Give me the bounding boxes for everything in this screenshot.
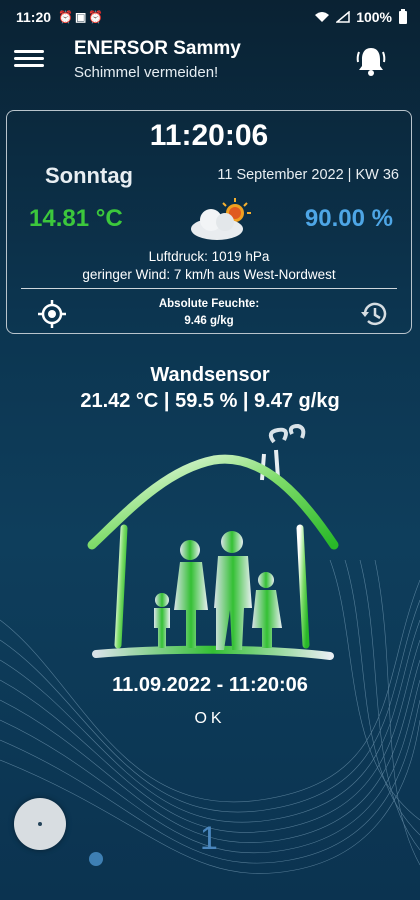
weekday: Sonntag <box>45 163 133 188</box>
date-week: 11 September 2022 | KW 36 <box>217 167 399 183</box>
app-title: ENERSOR Sammy <box>74 38 241 59</box>
status-right: 100% <box>314 9 408 25</box>
bell-icon[interactable] <box>354 44 388 78</box>
outdoor-humidity: 90.00 % <box>304 205 393 232</box>
card-divider <box>21 288 397 289</box>
outdoor-temperature: 14.81 °C <box>29 205 123 232</box>
signal-icon <box>336 11 350 23</box>
page-indicator-dot[interactable] <box>89 852 103 866</box>
alarm-icon: ⏰ <box>88 10 106 24</box>
wifi-icon <box>315 12 330 22</box>
rotary-knob[interactable] <box>14 798 66 850</box>
status-time: 11:20 <box>16 9 52 25</box>
app-subtitle: Schimmel vermeiden! <box>74 64 219 81</box>
house-family-illustration <box>87 423 339 660</box>
absolute-humidity-label: Absolute Feuchte: <box>158 298 260 310</box>
status-bar: 11:20 ⏰▣⏰ 100% <box>0 0 420 34</box>
page-number: 1 <box>200 820 218 856</box>
current-time: 11:20:06 <box>149 119 269 152</box>
sensor-title: Wandsensor <box>150 364 270 386</box>
absolute-humidity-value: 9.46 g/kg <box>184 315 234 327</box>
menu-icon[interactable] <box>14 46 44 72</box>
battery-icon <box>399 9 407 24</box>
sensor-status: OK <box>194 710 226 727</box>
history-icon[interactable] <box>359 299 389 329</box>
alarm-icon: ⏰ <box>58 10 75 24</box>
weather-card: 11:20:06 Sonntag 11 September 2022 | KW … <box>6 110 412 334</box>
partly-cloudy-icon <box>191 198 251 240</box>
knob-indicator <box>38 822 42 826</box>
photo-icon: ▣ <box>74 10 89 24</box>
wind-info: geringer Wind: 7 km/h aus West-Nordwest <box>82 267 336 282</box>
air-pressure: Luftdruck: 1019 hPa <box>148 249 270 264</box>
sensor-timestamp: 11.09.2022 - 11:20:06 <box>112 674 308 696</box>
app-bar: ENERSOR Sammy Schimmel vermeiden! <box>0 34 420 92</box>
sensor-values: 21.42 °C | 59.5 % | 9.47 g/kg <box>80 390 340 412</box>
battery-level: 100% <box>356 9 392 25</box>
status-notification-icons: ⏰▣⏰ <box>58 10 105 24</box>
